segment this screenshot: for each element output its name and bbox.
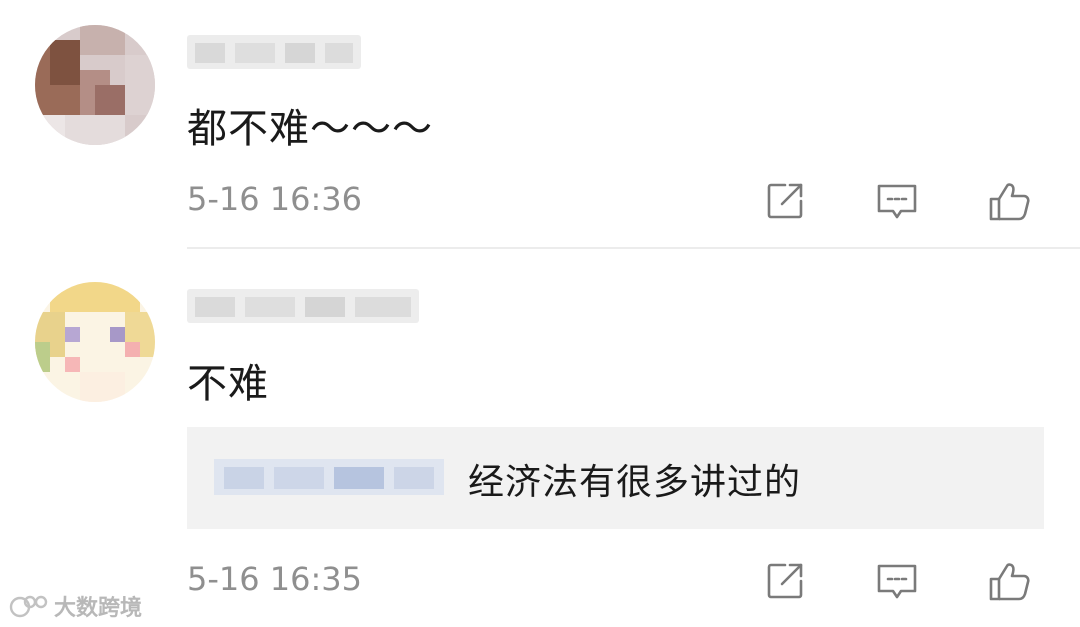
comment-item: 不难 经济法有很多讲过的 5-16 16:35 — [0, 249, 1080, 627]
username-redacted[interactable] — [187, 35, 361, 69]
share-icon — [767, 563, 803, 599]
watermark: 大数跨境 — [8, 590, 142, 622]
reply-button[interactable] — [874, 558, 920, 604]
user-avatar[interactable] — [35, 282, 155, 402]
like-button[interactable] — [987, 558, 1033, 604]
like-button[interactable] — [987, 178, 1033, 224]
timestamp: 5-16 16:35 — [187, 560, 363, 598]
share-icon — [767, 183, 803, 219]
timestamp: 5-16 16:36 — [187, 180, 363, 218]
reply-icon — [877, 564, 917, 599]
comment-text: 都不难～～～ — [187, 106, 433, 152]
watermark-logo-icon — [9, 595, 48, 618]
quoted-text: 经济法有很多讲过的 — [468, 462, 802, 503]
comment-item: 都不难～～～ 5-16 16:36 — [0, 0, 1080, 248]
quoted-username-redacted[interactable] — [214, 459, 444, 495]
watermark-text: 大数跨境 — [54, 596, 143, 621]
user-avatar[interactable] — [35, 25, 155, 145]
thumbs-up-icon — [989, 563, 1030, 601]
comment-text: 不难 — [187, 361, 269, 407]
username-redacted[interactable] — [187, 289, 419, 323]
comment-meta: 5-16 16:36 — [187, 178, 1080, 224]
thumbs-up-icon — [989, 183, 1030, 221]
comment-meta: 5-16 16:35 — [187, 558, 1080, 604]
reply-icon — [877, 184, 917, 219]
quoted-reply[interactable]: 经济法有很多讲过的 — [187, 427, 1044, 529]
comment-list: 都不难～～～ 5-16 16:36 不难 经济法有很多讲过的 5-16 16:3… — [0, 0, 1080, 627]
share-button[interactable] — [762, 558, 808, 604]
reply-button[interactable] — [874, 178, 920, 224]
share-button[interactable] — [762, 178, 808, 224]
